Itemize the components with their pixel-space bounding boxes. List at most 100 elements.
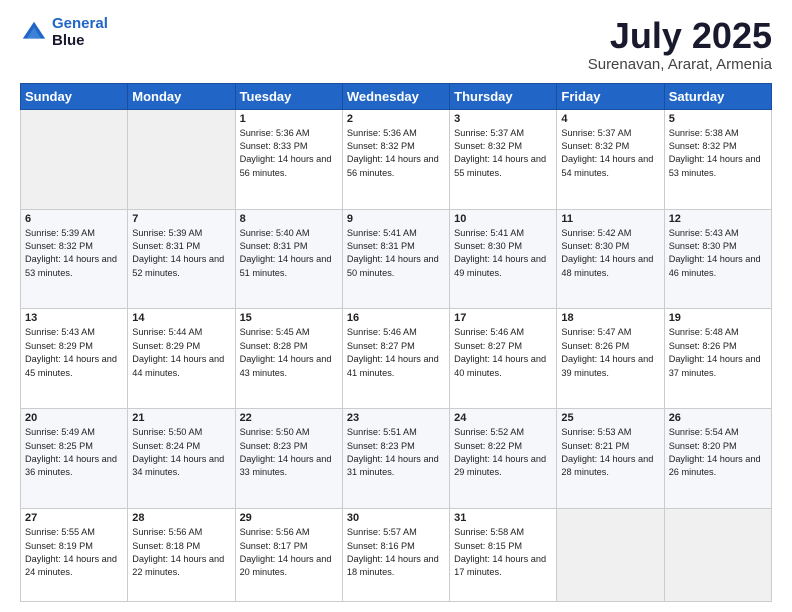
day-number: 28 [132, 512, 230, 524]
day-number: 26 [669, 412, 767, 424]
day-number: 14 [132, 312, 230, 324]
calendar-header-row: SundayMondayTuesdayWednesdayThursdayFrid… [21, 83, 772, 109]
day-info: Sunrise: 5:41 AM Sunset: 8:31 PM Dayligh… [347, 227, 445, 280]
day-info: Sunrise: 5:54 AM Sunset: 8:20 PM Dayligh… [669, 426, 767, 479]
calendar-cell: 2 Sunrise: 5:36 AM Sunset: 8:32 PM Daylig… [342, 109, 449, 209]
day-number: 15 [240, 312, 338, 324]
week-row-2: 6Sunrise: 5:39 AM Sunset: 8:32 PM Daylig… [21, 209, 772, 309]
day-number: 20 [25, 412, 123, 424]
calendar-cell: 27 Sunrise: 5:55 AM Sunset: 8:19 PM Dayli… [21, 509, 128, 602]
day-info: Sunrise: 5:52 AM Sunset: 8:22 PM Dayligh… [454, 426, 552, 479]
day-info: Sunrise: 5:42 AM Sunset: 8:30 PM Dayligh… [561, 227, 659, 280]
day-info: Sunrise: 5:46 AM Sunset: 8:27 PM Dayligh… [347, 326, 445, 379]
day-number: 25 [561, 412, 659, 424]
day-number: 6 [25, 213, 123, 225]
day-info: Sunrise: 5:40 AM Sunset: 8:31 PM Dayligh… [240, 227, 338, 280]
calendar-cell: 29 Sunrise: 5:56 AM Sunset: 8:17 PM Dayli… [235, 509, 342, 602]
calendar-cell: 13 Sunrise: 5:43 AM Sunset: 8:29 PM Dayli… [21, 309, 128, 409]
weekday-header-sunday: Sunday [21, 83, 128, 109]
day-number: 13 [25, 312, 123, 324]
day-info: Sunrise: 5:46 AM Sunset: 8:27 PM Dayligh… [454, 326, 552, 379]
day-info: Sunrise: 5:48 AM Sunset: 8:26 PM Dayligh… [669, 326, 767, 379]
calendar-cell: 28 Sunrise: 5:56 AM Sunset: 8:18 PM Dayli… [128, 509, 235, 602]
calendar-cell: 26 Sunrise: 5:54 AM Sunset: 8:20 PM Dayli… [664, 409, 771, 509]
weekday-header-saturday: Saturday [664, 83, 771, 109]
weekday-header-monday: Monday [128, 83, 235, 109]
day-number: 11 [561, 213, 659, 225]
day-info: Sunrise: 5:51 AM Sunset: 8:23 PM Dayligh… [347, 426, 445, 479]
week-row-3: 13 Sunrise: 5:43 AM Sunset: 8:29 PM Dayli… [21, 309, 772, 409]
day-info: Sunrise: 5:49 AM Sunset: 8:25 PM Dayligh… [25, 426, 123, 479]
day-info: Sunrise: 5:45 AM Sunset: 8:28 PM Dayligh… [240, 326, 338, 379]
day-number: 17 [454, 312, 552, 324]
calendar-cell: 12Sunrise: 5:43 AM Sunset: 8:30 PM Dayli… [664, 209, 771, 309]
day-number: 9 [347, 213, 445, 225]
day-number: 8 [240, 213, 338, 225]
day-number: 4 [561, 113, 659, 125]
day-info: Sunrise: 5:36 AM Sunset: 8:33 PM Dayligh… [240, 127, 338, 180]
calendar-cell: 23 Sunrise: 5:51 AM Sunset: 8:23 PM Dayli… [342, 409, 449, 509]
day-info: Sunrise: 5:37 AM Sunset: 8:32 PM Dayligh… [561, 127, 659, 180]
calendar-cell: 21Sunrise: 5:50 AM Sunset: 8:24 PM Dayli… [128, 409, 235, 509]
calendar-cell: 17 Sunrise: 5:46 AM Sunset: 8:27 PM Dayli… [450, 309, 557, 409]
day-number: 27 [25, 512, 123, 524]
calendar-cell: 31 Sunrise: 5:58 AM Sunset: 8:15 PM Dayli… [450, 509, 557, 602]
day-number: 18 [561, 312, 659, 324]
week-row-5: 27 Sunrise: 5:55 AM Sunset: 8:19 PM Dayli… [21, 509, 772, 602]
page: General Blue July 2025 Surenavan, Ararat… [0, 0, 792, 612]
day-number: 10 [454, 213, 552, 225]
day-info: Sunrise: 5:44 AM Sunset: 8:29 PM Dayligh… [132, 326, 230, 379]
logo: General Blue [20, 16, 108, 49]
calendar-cell: 22 Sunrise: 5:50 AM Sunset: 8:23 PM Dayli… [235, 409, 342, 509]
calendar-cell: 15 Sunrise: 5:45 AM Sunset: 8:28 PM Dayli… [235, 309, 342, 409]
week-row-4: 20 Sunrise: 5:49 AM Sunset: 8:25 PM Dayli… [21, 409, 772, 509]
day-info: Sunrise: 5:38 AM Sunset: 8:32 PM Dayligh… [669, 127, 767, 180]
day-number: 24 [454, 412, 552, 424]
day-number: 7 [132, 213, 230, 225]
weekday-header-friday: Friday [557, 83, 664, 109]
calendar-cell: 30Sunrise: 5:57 AM Sunset: 8:16 PM Dayli… [342, 509, 449, 602]
weekday-header-wednesday: Wednesday [342, 83, 449, 109]
day-number: 3 [454, 113, 552, 125]
day-number: 22 [240, 412, 338, 424]
day-info: Sunrise: 5:39 AM Sunset: 8:31 PM Dayligh… [132, 227, 230, 280]
header: General Blue July 2025 Surenavan, Ararat… [20, 16, 772, 73]
day-info: Sunrise: 5:56 AM Sunset: 8:17 PM Dayligh… [240, 526, 338, 579]
calendar-cell: 18 Sunrise: 5:47 AM Sunset: 8:26 PM Dayli… [557, 309, 664, 409]
calendar-cell [664, 509, 771, 602]
calendar-cell: 3Sunrise: 5:37 AM Sunset: 8:32 PM Daylig… [450, 109, 557, 209]
day-number: 19 [669, 312, 767, 324]
calendar-cell [21, 109, 128, 209]
day-info: Sunrise: 5:55 AM Sunset: 8:19 PM Dayligh… [25, 526, 123, 579]
subtitle: Surenavan, Ararat, Armenia [588, 56, 772, 73]
day-number: 1 [240, 113, 338, 125]
day-number: 23 [347, 412, 445, 424]
day-info: Sunrise: 5:36 AM Sunset: 8:32 PM Dayligh… [347, 127, 445, 180]
day-info: Sunrise: 5:53 AM Sunset: 8:21 PM Dayligh… [561, 426, 659, 479]
calendar-cell: 4 Sunrise: 5:37 AM Sunset: 8:32 PM Daylig… [557, 109, 664, 209]
calendar-cell: 14 Sunrise: 5:44 AM Sunset: 8:29 PM Dayli… [128, 309, 235, 409]
day-number: 5 [669, 113, 767, 125]
day-info: Sunrise: 5:58 AM Sunset: 8:15 PM Dayligh… [454, 526, 552, 579]
calendar: SundayMondayTuesdayWednesdayThursdayFrid… [20, 83, 772, 602]
calendar-cell: 11 Sunrise: 5:42 AM Sunset: 8:30 PM Dayli… [557, 209, 664, 309]
day-info: Sunrise: 5:43 AM Sunset: 8:30 PM Dayligh… [669, 227, 767, 280]
day-info: Sunrise: 5:56 AM Sunset: 8:18 PM Dayligh… [132, 526, 230, 579]
calendar-cell: 10Sunrise: 5:41 AM Sunset: 8:30 PM Dayli… [450, 209, 557, 309]
title-block: July 2025 Surenavan, Ararat, Armenia [588, 16, 772, 73]
day-info: Sunrise: 5:47 AM Sunset: 8:26 PM Dayligh… [561, 326, 659, 379]
day-info: Sunrise: 5:43 AM Sunset: 8:29 PM Dayligh… [25, 326, 123, 379]
day-number: 2 [347, 113, 445, 125]
main-title: July 2025 [588, 16, 772, 56]
day-number: 31 [454, 512, 552, 524]
calendar-cell: 8 Sunrise: 5:40 AM Sunset: 8:31 PM Daylig… [235, 209, 342, 309]
calendar-cell [557, 509, 664, 602]
day-number: 21 [132, 412, 230, 424]
day-number: 29 [240, 512, 338, 524]
calendar-cell: 9 Sunrise: 5:41 AM Sunset: 8:31 PM Daylig… [342, 209, 449, 309]
weekday-header-thursday: Thursday [450, 83, 557, 109]
calendar-cell: 20 Sunrise: 5:49 AM Sunset: 8:25 PM Dayli… [21, 409, 128, 509]
calendar-cell: 24 Sunrise: 5:52 AM Sunset: 8:22 PM Dayli… [450, 409, 557, 509]
day-info: Sunrise: 5:50 AM Sunset: 8:23 PM Dayligh… [240, 426, 338, 479]
week-row-1: 1 Sunrise: 5:36 AM Sunset: 8:33 PM Daylig… [21, 109, 772, 209]
